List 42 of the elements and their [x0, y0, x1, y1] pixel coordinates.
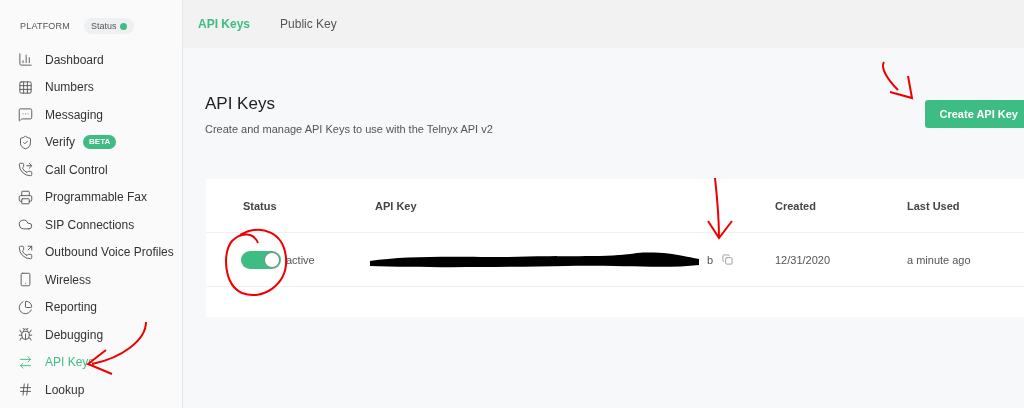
mobile-icon	[18, 272, 33, 288]
copy-icon[interactable]	[722, 254, 734, 265]
bug-icon	[18, 327, 33, 343]
hash-icon	[18, 382, 33, 398]
column-header: API Key	[375, 199, 418, 212]
sidebar-item[interactable]: Wireless	[0, 266, 182, 294]
page-title: API Keys	[205, 94, 276, 114]
sidebar-item[interactable]: Lookup	[0, 376, 182, 404]
column-header: Last Used	[907, 199, 961, 212]
sidebar-item[interactable]: Numbers	[0, 73, 182, 101]
annotation-arrow	[705, 176, 735, 242]
sidebar-item[interactable]: Debugging	[0, 321, 182, 349]
printer-icon	[18, 189, 33, 205]
chart-icon	[18, 52, 33, 68]
api-key-text: b	[707, 253, 714, 266]
sidebar-item[interactable]: Reporting	[0, 293, 182, 321]
status-toggle[interactable]	[241, 250, 281, 269]
sidebar-item[interactable]: Outbound Voice Profiles	[0, 238, 182, 266]
sidebar-item[interactable]: Call Control	[0, 156, 182, 184]
pie-chart-icon	[18, 299, 33, 315]
arrows-icon	[18, 354, 33, 370]
phone-icon	[18, 162, 33, 178]
chat-icon	[18, 107, 33, 123]
beta-badge: BETA	[83, 135, 117, 150]
page-subtitle: Create and manage API Keys to use with the Telnyx API v2	[205, 123, 493, 135]
table-cell-text: 12/31/2020	[775, 253, 832, 266]
column-header: Created	[775, 199, 817, 212]
cloud-icon	[18, 217, 33, 233]
sidebar-item[interactable]: Programmable Fax	[0, 183, 182, 211]
table-cell-text: a minute ago	[907, 253, 972, 266]
sidebar-item[interactable]: SIP Connections	[0, 211, 182, 239]
column-header: Status	[243, 199, 278, 212]
status-pill[interactable]: Status	[83, 18, 135, 34]
sidebar-item[interactable]: Dashboard	[0, 46, 182, 74]
status-text: active	[286, 253, 315, 266]
section-label: PLATFORM	[20, 21, 70, 31]
shield-icon	[18, 134, 33, 150]
keypad-icon	[18, 79, 33, 95]
sidebar-item[interactable]: Verify BETA	[0, 128, 182, 156]
tab[interactable]: Public Key	[280, 17, 337, 31]
phone-icon	[18, 244, 33, 260]
sidebar-item[interactable]: Messaging	[0, 101, 182, 129]
